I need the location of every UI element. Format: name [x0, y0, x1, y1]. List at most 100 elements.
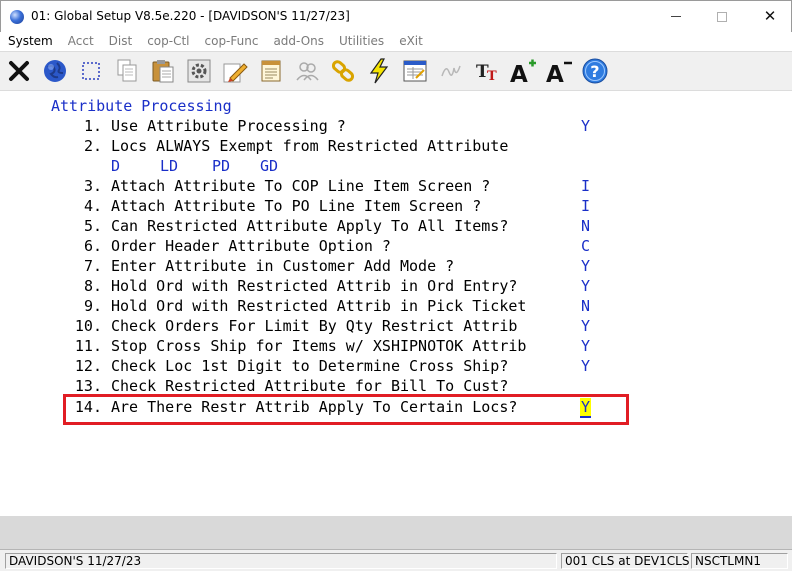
- edit-pencil-icon: [223, 63, 248, 83]
- setting-label: Stop Cross Ship for Items w/ XSHIPNOTOK …: [111, 337, 527, 355]
- globe-icon: [44, 60, 66, 82]
- page-title: Attribute Processing: [51, 97, 232, 115]
- setting-number: 4.: [83, 197, 102, 215]
- exempt-loc[interactable]: PD: [212, 156, 230, 176]
- settings-gear-icon: [187, 59, 211, 83]
- notes-button[interactable]: [257, 55, 285, 87]
- setting-label: Attach Attribute To PO Line Item Screen …: [111, 197, 482, 215]
- paste-button[interactable]: [149, 55, 177, 87]
- close-icon: ✕: [763, 7, 777, 25]
- setting-number: 8.: [83, 277, 102, 295]
- title-bar: 01: Global Setup V8.5e.220 - [DAVIDSON'S…: [0, 0, 792, 32]
- copy-icon: [117, 59, 137, 82]
- signature-icon: [441, 65, 461, 77]
- lightning-icon: [369, 58, 389, 84]
- window-table-icon: [403, 60, 427, 82]
- copy-button[interactable]: [113, 55, 141, 87]
- link-button[interactable]: [329, 55, 357, 87]
- setting-number: 7.: [83, 257, 102, 275]
- setting-number: 2.: [83, 137, 102, 155]
- empty-panel: [0, 516, 792, 549]
- select-button[interactable]: [77, 55, 105, 87]
- setting-value[interactable]: Y: [581, 356, 590, 376]
- paste-icon: [152, 60, 174, 83]
- setting-label: Check Restricted Attribute for Bill To C…: [111, 377, 509, 395]
- notes-icon: [261, 60, 281, 82]
- maximize-button[interactable]: [699, 1, 745, 32]
- setting-value[interactable]: Y: [581, 276, 590, 296]
- help-button[interactable]: ?: [581, 55, 609, 87]
- setting-number: 13.: [74, 377, 102, 395]
- setting-value[interactable]: Y: [581, 316, 590, 336]
- svg-text:A: A: [510, 62, 528, 85]
- setting-value[interactable]: Y: [581, 336, 590, 356]
- setting-number: 5.: [83, 217, 102, 235]
- lightning-button[interactable]: [365, 55, 393, 87]
- menu-bar: System Acct Dist cop-Ctl cop-Func add-On…: [0, 32, 792, 50]
- setting-number: 11.: [74, 337, 102, 355]
- exempt-loc[interactable]: LD: [160, 156, 178, 176]
- status-program: NSCTLMN1: [691, 553, 788, 569]
- setting-label: Enter Attribute in Customer Add Mode ?: [111, 257, 455, 275]
- setting-label: Hold Ord with Restricted Attrib in Ord E…: [111, 277, 518, 295]
- svg-text:?: ?: [590, 62, 599, 81]
- exempt-loc[interactable]: GD: [260, 156, 278, 176]
- app-globe-icon: [10, 10, 24, 24]
- setting-number: 10.: [74, 317, 102, 335]
- exempt-loc[interactable]: D: [111, 156, 120, 176]
- menu-exit[interactable]: eXit: [399, 34, 423, 48]
- font-grow-icon: A: [510, 59, 536, 85]
- menu-utilities[interactable]: Utilities: [339, 34, 384, 48]
- terminal-screen: Attribute Processing 1. Use Attribute Pr…: [0, 92, 792, 516]
- setting-value[interactable]: C: [581, 236, 590, 256]
- setting-value[interactable]: I: [581, 196, 590, 216]
- setting-number: 3.: [83, 177, 102, 195]
- close-button[interactable]: ✕: [747, 1, 792, 32]
- menu-cop-ctl[interactable]: cop-Ctl: [147, 34, 189, 48]
- menu-system[interactable]: System: [8, 34, 53, 48]
- menu-dist[interactable]: Dist: [109, 34, 133, 48]
- font-tt-icon: TT: [476, 62, 497, 84]
- link-icon: [331, 60, 355, 82]
- users-icon: [296, 62, 319, 81]
- setting-label: Hold Ord with Restricted Attrib in Pick …: [111, 297, 527, 315]
- font-button[interactable]: TT: [473, 55, 501, 87]
- highlight-box: [63, 394, 629, 425]
- setting-number: 1.: [83, 117, 102, 135]
- users-button[interactable]: [293, 55, 321, 87]
- toolbar: TT A A ?: [0, 51, 792, 91]
- signature-button[interactable]: [437, 55, 465, 87]
- setting-label: Can Restricted Attribute Apply To All It…: [111, 217, 509, 235]
- edit-button[interactable]: [221, 55, 249, 87]
- minimize-icon: [671, 16, 681, 17]
- exit-button[interactable]: [5, 55, 33, 87]
- svg-text:T: T: [487, 69, 497, 84]
- status-session: 001 CLS at DEV1CLS: [561, 553, 689, 569]
- select-rect-icon: [82, 62, 100, 80]
- font-shrink-button[interactable]: A: [545, 55, 573, 87]
- menu-cop-func[interactable]: cop-Func: [205, 34, 259, 48]
- setting-value[interactable]: Y: [581, 256, 590, 276]
- font-grow-button[interactable]: A: [509, 55, 537, 87]
- minimize-button[interactable]: [653, 1, 699, 32]
- status-company: DAVIDSON'S 11/27/23: [5, 553, 557, 569]
- status-bar: DAVIDSON'S 11/27/23 001 CLS at DEV1CLS N…: [0, 549, 792, 571]
- help-icon: ?: [582, 58, 608, 84]
- setting-value[interactable]: N: [581, 296, 590, 316]
- setting-label: Locs ALWAYS Exempt from Restricted Attri…: [111, 137, 509, 155]
- menu-add-ons[interactable]: add-Ons: [273, 34, 324, 48]
- close-x-icon: [9, 61, 29, 81]
- menu-acct[interactable]: Acct: [68, 34, 94, 48]
- setting-number: 6.: [83, 237, 102, 255]
- setting-value[interactable]: I: [581, 176, 590, 196]
- settings-button[interactable]: [185, 55, 213, 87]
- setting-value[interactable]: N: [581, 216, 590, 236]
- setting-number: 12.: [74, 357, 102, 375]
- font-shrink-icon: A: [546, 61, 572, 85]
- globe-button[interactable]: [41, 55, 69, 87]
- setting-number: 9.: [83, 297, 102, 315]
- window-table-button[interactable]: [401, 55, 429, 87]
- setting-label: Attach Attribute To COP Line Item Screen…: [111, 177, 491, 195]
- setting-value[interactable]: Y: [581, 116, 590, 136]
- svg-text:A: A: [546, 62, 564, 85]
